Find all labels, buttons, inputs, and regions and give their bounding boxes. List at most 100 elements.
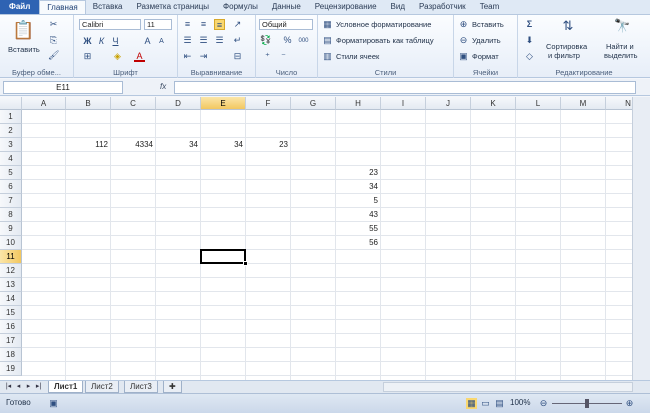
format-cells-button[interactable]: Формат <box>472 52 499 61</box>
format-table-icon[interactable]: ▤ <box>322 35 333 46</box>
last-sheet-icon[interactable]: ▸| <box>34 382 43 392</box>
align-middle-icon[interactable]: ≡ <box>198 19 209 30</box>
tab-home[interactable]: Главная <box>39 0 86 14</box>
column-header-I[interactable]: I <box>381 97 426 110</box>
column-header-J[interactable]: J <box>426 97 471 110</box>
column-header-D[interactable]: D <box>156 97 201 110</box>
cell-H8[interactable]: 43 <box>336 208 381 222</box>
conditional-format-button[interactable]: Условное форматирование <box>336 20 431 29</box>
cell-H9[interactable]: 55 <box>336 222 381 236</box>
format-painter-icon[interactable]: 🖌 <box>48 50 59 61</box>
row-header-6[interactable]: 6 <box>0 180 22 194</box>
delete-cells-button[interactable]: Удалить <box>472 36 501 45</box>
macro-record-icon[interactable]: ▣ <box>48 398 59 409</box>
format-table-button[interactable]: Форматировать как таблицу <box>336 36 434 45</box>
row-header-3[interactable]: 3 <box>0 138 22 152</box>
decrease-decimal-icon[interactable]: ⁻ <box>278 51 289 62</box>
cell-styles-icon[interactable]: ▥ <box>322 51 333 62</box>
normal-view-icon[interactable]: ▦ <box>466 398 477 409</box>
cell-H7[interactable]: 5 <box>336 194 381 208</box>
sort-filter-icon[interactable]: ⇅ <box>560 18 576 34</box>
row-header-1[interactable]: 1 <box>0 110 22 124</box>
number-format-select[interactable]: Общий <box>259 19 313 30</box>
column-header-A[interactable]: A <box>22 97 66 110</box>
align-bottom-icon[interactable]: ≡ <box>214 19 225 30</box>
cell-H5[interactable]: 23 <box>336 166 381 180</box>
zoom-in-icon[interactable]: ⊕ <box>624 398 635 409</box>
tab-data[interactable]: Данные <box>265 0 308 14</box>
prev-sheet-icon[interactable]: ◂ <box>14 382 23 392</box>
cell-H10[interactable]: 56 <box>336 236 381 250</box>
zoom-slider-thumb[interactable] <box>585 399 589 408</box>
format-cells-icon[interactable]: ▣ <box>458 51 469 62</box>
column-header-K[interactable]: K <box>471 97 516 110</box>
copy-icon[interactable]: ⎘ <box>48 35 59 46</box>
insert-cells-button[interactable]: Вставить <box>472 20 504 29</box>
font-color-button[interactable]: A <box>134 51 145 62</box>
column-header-B[interactable]: B <box>66 97 111 110</box>
page-layout-view-icon[interactable]: ▭ <box>480 398 491 409</box>
cell-B3[interactable]: 112 <box>66 138 111 152</box>
clear-icon[interactable]: ◇ <box>524 51 535 62</box>
row-header-12[interactable]: 12 <box>0 264 22 278</box>
decrease-indent-icon[interactable]: ⇤ <box>182 51 193 62</box>
underline-button[interactable]: Ч <box>110 36 121 47</box>
column-header-E[interactable]: E <box>201 97 246 110</box>
cell-C3[interactable]: 4334 <box>111 138 156 152</box>
row-header-17[interactable]: 17 <box>0 334 22 348</box>
cell-styles-button[interactable]: Стили ячеек <box>336 52 379 61</box>
column-header-F[interactable]: F <box>246 97 291 110</box>
conditional-format-icon[interactable]: ▦ <box>322 19 333 30</box>
bold-button[interactable]: Ж <box>82 36 93 47</box>
row-header-13[interactable]: 13 <box>0 278 22 292</box>
increase-decimal-icon[interactable]: ⁺ <box>262 51 273 62</box>
thousands-button[interactable]: 000 <box>296 36 311 47</box>
tab-file[interactable]: Файл <box>0 0 40 14</box>
row-header-5[interactable]: 5 <box>0 166 22 180</box>
new-sheet-icon[interactable]: ✚ <box>163 381 182 393</box>
insert-function-icon[interactable]: fx <box>160 82 166 91</box>
cell-F3[interactable]: 23 <box>246 138 291 152</box>
horizontal-scrollbar[interactable] <box>383 382 633 392</box>
zoom-level[interactable]: 100% <box>510 398 530 407</box>
row-header-14[interactable]: 14 <box>0 292 22 306</box>
find-select-line1[interactable]: Найти и <box>606 42 634 51</box>
fill-icon[interactable]: ⬇ <box>524 35 535 46</box>
find-select-line2[interactable]: выделить <box>604 51 638 60</box>
increase-indent-icon[interactable]: ⇥ <box>198 51 209 62</box>
row-header-11[interactable]: 11 <box>0 250 22 264</box>
column-header-C[interactable]: C <box>111 97 156 110</box>
row-header-10[interactable]: 10 <box>0 236 22 250</box>
vertical-scrollbar[interactable] <box>632 97 650 380</box>
paste-icon[interactable]: 📋 <box>12 19 34 41</box>
italic-button[interactable]: К <box>96 36 107 47</box>
tab-review[interactable]: Рецензирование <box>308 0 384 14</box>
column-header-M[interactable]: M <box>561 97 606 110</box>
percent-button[interactable]: % <box>282 35 293 46</box>
fill-color-icon[interactable]: ◈ <box>112 51 123 62</box>
grow-font-button[interactable]: A <box>142 36 153 47</box>
autosum-button[interactable]: Σ <box>524 19 535 30</box>
wrap-text-icon[interactable]: ↵ <box>232 35 243 46</box>
shrink-font-button[interactable]: A <box>156 37 167 48</box>
next-sheet-icon[interactable]: ▸ <box>24 382 33 392</box>
merge-cells-icon[interactable]: ⊟ <box>232 51 243 62</box>
tab-view[interactable]: Вид <box>384 0 412 14</box>
row-header-9[interactable]: 9 <box>0 222 22 236</box>
align-right-icon[interactable]: ☰ <box>214 35 225 46</box>
align-center-icon[interactable]: ☰ <box>198 35 209 46</box>
column-header-H[interactable]: H <box>336 97 381 110</box>
sheet-tab-2[interactable]: Лист2 <box>85 381 119 393</box>
column-header-L[interactable]: L <box>516 97 561 110</box>
currency-icon[interactable]: 💱 <box>260 35 271 46</box>
row-header-7[interactable]: 7 <box>0 194 22 208</box>
row-header-16[interactable]: 16 <box>0 320 22 334</box>
select-all-corner[interactable] <box>0 97 22 110</box>
cut-icon[interactable]: ✂ <box>48 19 59 30</box>
row-header-4[interactable]: 4 <box>0 152 22 166</box>
formula-input[interactable] <box>174 81 636 94</box>
borders-icon[interactable]: ⊞ <box>82 51 93 62</box>
cell-H6[interactable]: 34 <box>336 180 381 194</box>
first-sheet-icon[interactable]: |◂ <box>4 382 13 392</box>
worksheet-grid[interactable]: A B C D E F G H I J K L M N 1 2 3 4 5 6 7 8 9 10 11 12 13 14 15 16 17 1… <box>0 97 632 380</box>
